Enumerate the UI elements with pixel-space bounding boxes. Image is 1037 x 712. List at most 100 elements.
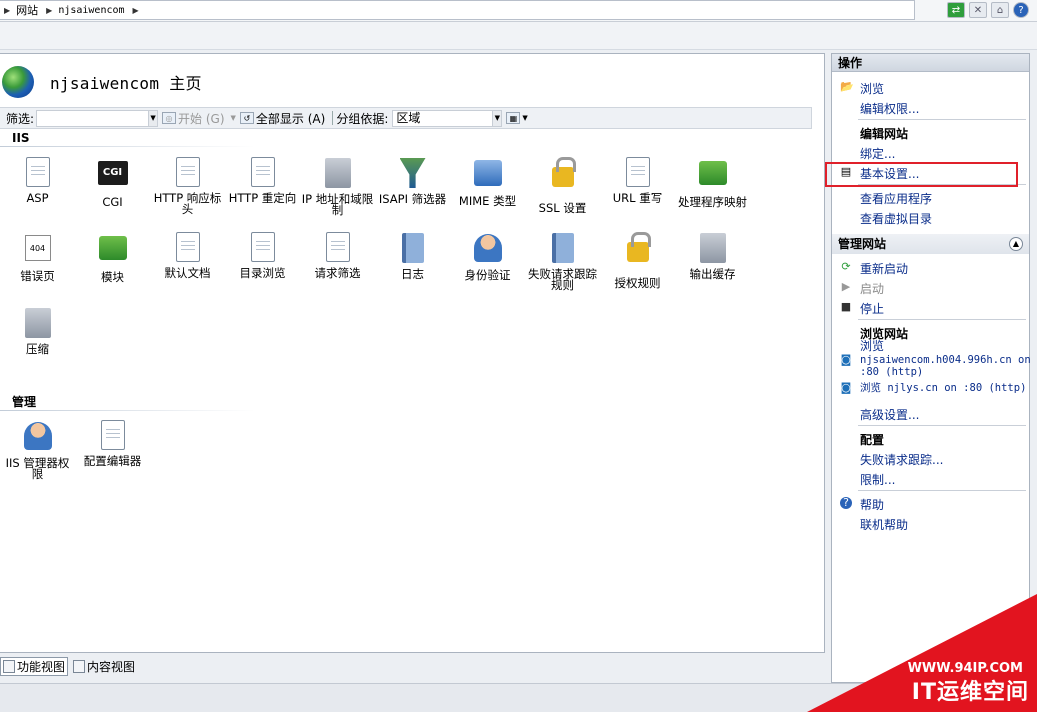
separator: [858, 319, 1026, 320]
start-filter-label: 开始 (G): [178, 111, 225, 126]
http-response-headers-icon: [172, 157, 204, 189]
separator: [858, 425, 1026, 426]
action-online-help[interactable]: 联机帮助: [860, 516, 908, 533]
group-by-select[interactable]: 区域: [392, 109, 493, 127]
feature-label: 默认文档: [164, 266, 211, 280]
action-advanced-settings[interactable]: 高级设置...: [860, 406, 919, 423]
tab-label: 内容视图: [87, 659, 136, 674]
feature-authentication[interactable]: 身份验证: [450, 232, 525, 281]
breadcrumb: ▶ 网站 ▶ njsaiwencom ▶: [0, 0, 915, 20]
feature-label: SSL 设置: [538, 201, 587, 215]
show-all-label: 全部显示 (A): [255, 111, 326, 126]
feature-label: URL 重写: [612, 191, 663, 205]
feature-output-caching[interactable]: 输出缓存: [675, 232, 750, 280]
cgi-icon: CGI: [97, 161, 129, 193]
feature-mime-types[interactable]: MIME 类型: [450, 157, 525, 207]
feature-ip-domain-restrictions[interactable]: IP 地址和域限制: [300, 157, 375, 216]
feature-logging[interactable]: 日志: [375, 232, 450, 280]
feature-handler-mappings[interactable]: 处理程序映射: [675, 157, 750, 208]
section-divider: [0, 146, 255, 147]
feature-request-filtering[interactable]: 请求筛选: [300, 232, 375, 279]
chevron-right-icon[interactable]: ▶: [133, 6, 139, 15]
action-edit-permissions[interactable]: 编辑权限...: [860, 100, 919, 117]
feature-http-redirect[interactable]: HTTP 重定向: [225, 157, 300, 204]
feature-label: 压缩: [26, 342, 49, 356]
default-document-icon: [172, 232, 204, 264]
modules-icon: [97, 236, 129, 268]
feature-error-pages[interactable]: 404 错误页: [0, 232, 75, 282]
failed-request-tracing-icon: [547, 233, 579, 265]
browser-icon: ◙: [840, 381, 852, 394]
filter-dropdown-icon[interactable]: ▼: [148, 109, 159, 127]
feature-compression[interactable]: 压缩: [0, 307, 75, 355]
error-pages-icon: 404: [22, 235, 54, 267]
actions-pane: 操作 📂 浏览 编辑权限... 编辑网站 绑定... ▤ 基本设置... 查看应…: [831, 53, 1031, 683]
feature-modules[interactable]: 模块: [75, 232, 150, 283]
features-view-icon: [3, 659, 15, 673]
section-title-management: 管理: [12, 395, 37, 409]
refresh-icon[interactable]: ⇄: [947, 2, 965, 18]
breadcrumb-item-site[interactable]: njsaiwencom: [58, 5, 124, 16]
asp-icon: [22, 157, 54, 189]
action-bindings[interactable]: 绑定...: [860, 145, 895, 162]
separator: [858, 119, 1026, 120]
action-restart[interactable]: 重新启动: [860, 260, 908, 277]
feature-ssl-settings[interactable]: SSL 设置: [525, 157, 600, 214]
configure-title: 配置: [860, 433, 885, 447]
authorization-rules-icon: [622, 232, 654, 274]
highlight-box: [825, 162, 1018, 187]
feature-authorization-rules[interactable]: 授权规则: [600, 232, 675, 289]
home-icon[interactable]: ⌂: [991, 2, 1009, 18]
feature-directory-browsing[interactable]: 目录浏览: [225, 232, 300, 279]
show-all-button[interactable]: ↺ 全部显示 (A): [239, 110, 326, 127]
action-browse-link-1-port[interactable]: :80 (http): [860, 366, 923, 378]
watermark: WWW.94IP.COM IT运维空间: [802, 590, 1037, 712]
feature-isapi-filters[interactable]: ISAPI 筛选器: [375, 157, 450, 205]
breadcrumb-item-sites[interactable]: 网站: [16, 2, 38, 18]
feature-url-rewrite[interactable]: URL 重写: [600, 157, 675, 204]
filter-input[interactable]: [36, 109, 149, 127]
action-start: 启动: [860, 282, 885, 296]
stop-icon[interactable]: ✕: [969, 2, 987, 18]
feature-cgi[interactable]: CGI CGI: [75, 157, 150, 208]
action-browse-link-1[interactable]: njsaiwencom.h004.996h.cn on: [860, 354, 1031, 366]
group-by-dropdown-icon[interactable]: ▼: [492, 109, 503, 127]
http-redirect-icon: [247, 157, 279, 189]
collapse-icon[interactable]: ▲: [1009, 237, 1023, 251]
action-view-virtual-directories[interactable]: 查看虚拟目录: [860, 210, 932, 227]
feature-iis-manager-permissions[interactable]: IIS 管理器权限: [0, 420, 75, 480]
filter-label: 筛选:: [6, 111, 35, 126]
action-view-applications[interactable]: 查看应用程序: [860, 190, 932, 207]
start-icon: ▶: [841, 280, 851, 293]
address-bar: ▶ 网站 ▶ njsaiwencom ▶ ⇄ ✕ ⌂ ?: [0, 0, 1037, 22]
isapi-filters-icon: [397, 158, 429, 190]
feature-label: MIME 类型: [458, 194, 517, 208]
handler-mappings-icon: [697, 161, 729, 193]
iis-manager-permissions-icon: [22, 422, 54, 454]
restart-icon: ⟳: [841, 260, 851, 273]
action-limits[interactable]: 限制...: [860, 471, 895, 488]
start-filter-button[interactable]: ◎ 开始 (G) ▼: [162, 110, 236, 127]
action-stop[interactable]: 停止: [860, 300, 884, 317]
feature-asp[interactable]: ASP: [0, 157, 75, 204]
action-failed-request-tracing[interactable]: 失败请求跟踪...: [860, 451, 943, 468]
action-explore[interactable]: 浏览: [860, 80, 884, 97]
view-mode-button[interactable]: ▦ ▼: [506, 112, 528, 124]
feature-label: 请求筛选: [314, 266, 361, 280]
browse-label[interactable]: 浏览: [860, 340, 884, 352]
feature-label: 处理程序映射: [678, 195, 747, 209]
feature-label: IP 地址和域限制: [301, 192, 374, 217]
view-tabs: 功能视图 内容视图: [0, 656, 138, 676]
action-browse-link-2[interactable]: 浏览 njlys.cn on :80 (http): [860, 382, 1026, 394]
output-caching-icon: [697, 233, 729, 265]
tab-content-view[interactable]: 内容视图: [70, 657, 138, 676]
request-filtering-icon: [322, 232, 354, 264]
tab-features-view[interactable]: 功能视图: [0, 656, 69, 676]
action-help[interactable]: 帮助: [860, 496, 884, 513]
feature-failed-request-tracing[interactable]: 失败请求跟踪规则: [525, 232, 600, 291]
feature-http-response-headers[interactable]: HTTP 响应标头: [150, 157, 225, 215]
help-icon[interactable]: ?: [1013, 2, 1029, 18]
feature-configuration-editor[interactable]: 配置编辑器: [75, 420, 150, 467]
browser-icon: ◙: [840, 353, 852, 366]
feature-default-document[interactable]: 默认文档: [150, 232, 225, 279]
